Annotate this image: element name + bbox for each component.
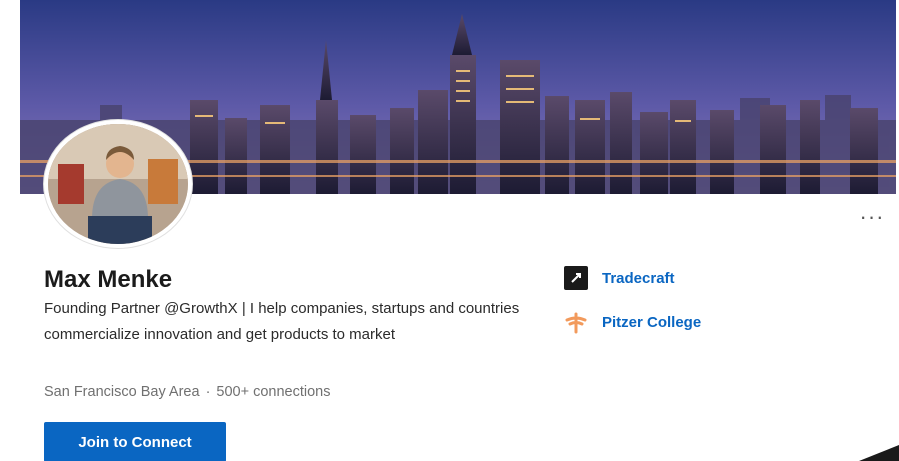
profile-name: Max Menke [44, 266, 173, 293]
corner-decoration [859, 441, 899, 461]
meta-separator: · [205, 384, 211, 400]
profile-meta: San Francisco Bay Area · 500+ connections [44, 384, 330, 400]
more-options-icon: ··· [859, 204, 885, 229]
profile-headline: Founding Partner @GrowthX | I help compa… [44, 300, 520, 343]
profile-location: San Francisco Bay Area [44, 384, 200, 400]
tradecraft-logo-icon [564, 266, 588, 290]
more-options-button[interactable]: ··· [856, 204, 888, 229]
join-to-connect-button[interactable]: Join to Connect [44, 422, 226, 461]
profile-card: ··· Max Menke Founding Partner @GrowthX … [0, 0, 899, 461]
profile-avatar [44, 120, 192, 248]
org-link-pitzer-college[interactable]: Pitzer College [564, 310, 701, 334]
org-link-tradecraft[interactable]: Tradecraft [564, 266, 675, 290]
org-label: Tradecraft [602, 269, 675, 287]
org-label: Pitzer College [602, 313, 702, 331]
profile-connections: 500+ connections [216, 384, 331, 400]
pitzer-college-logo-icon [564, 310, 588, 334]
